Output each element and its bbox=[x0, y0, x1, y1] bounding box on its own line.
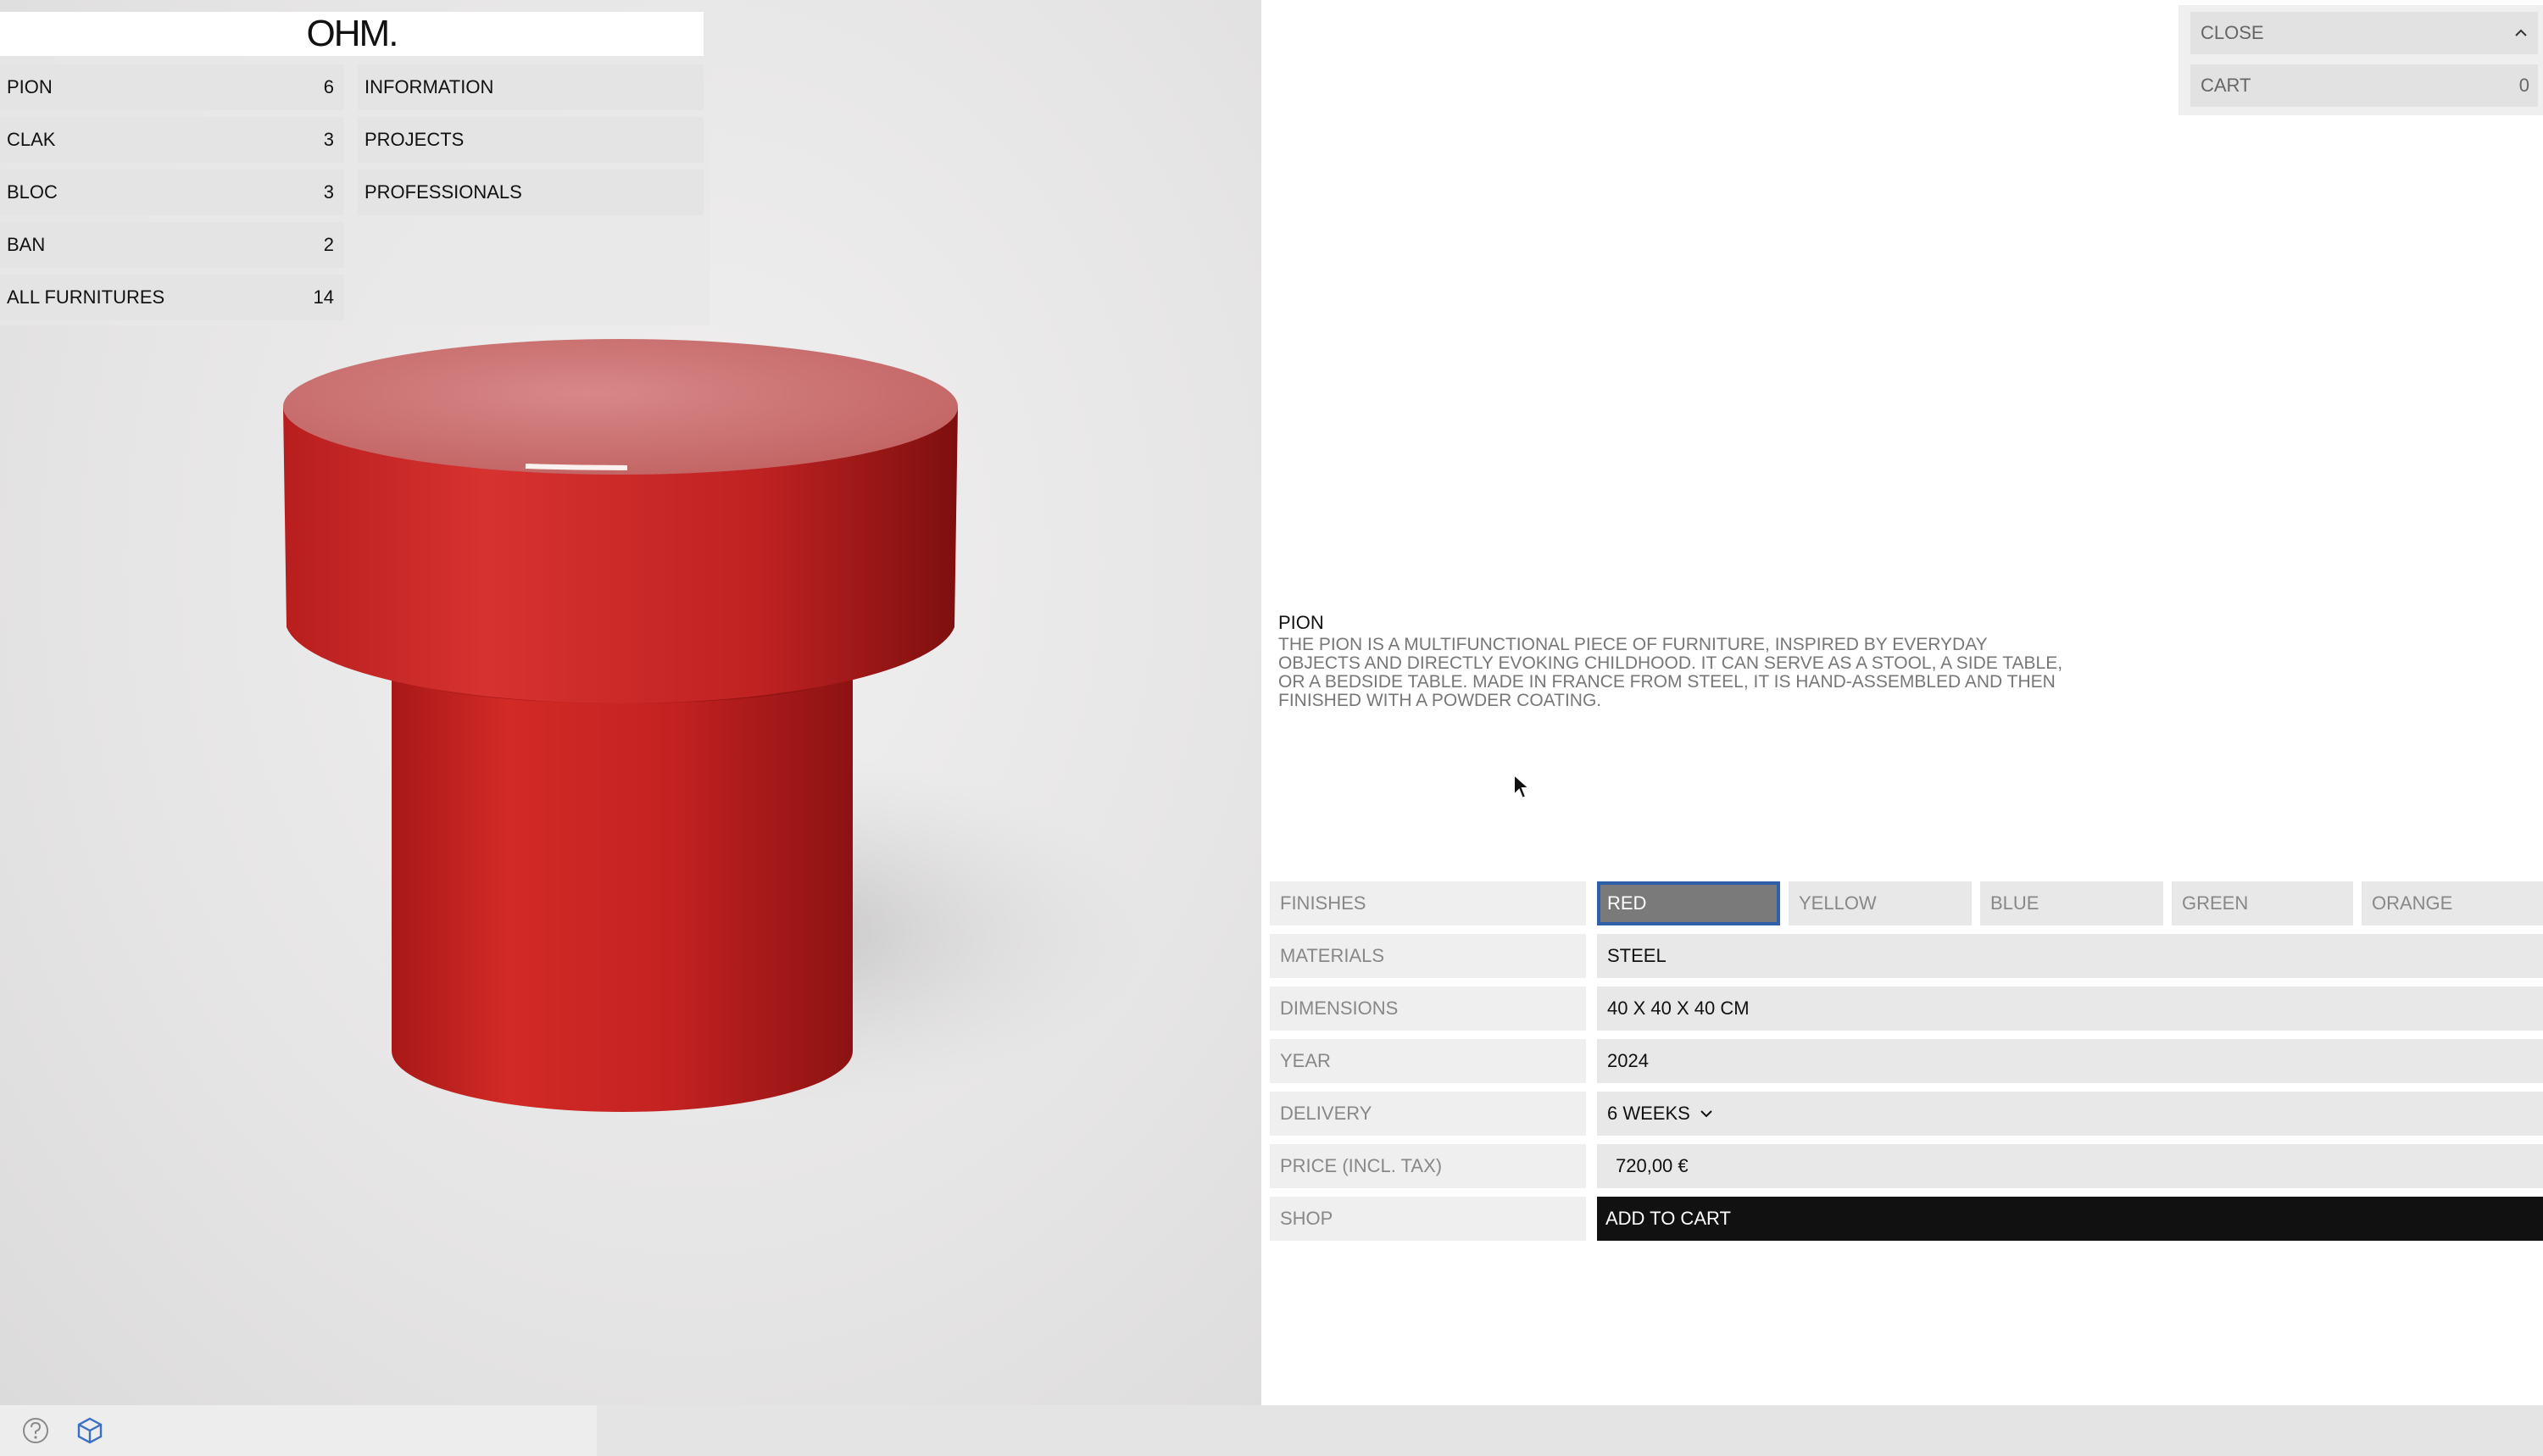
close-button[interactable]: CLOSE bbox=[2190, 12, 2538, 54]
finish-option-yellow[interactable]: YELLOW bbox=[1789, 881, 1972, 925]
nav-item-label: BAN bbox=[7, 234, 46, 255]
nav-item-information[interactable]: INFORMATION bbox=[358, 64, 704, 110]
nav-item-label: ALL FURNITURES bbox=[7, 286, 165, 308]
nav-item-count: 2 bbox=[323, 234, 334, 255]
nav-item-label: BLOC bbox=[7, 181, 58, 203]
delivery-value: 6 WEEKS bbox=[1607, 1103, 1690, 1124]
shop-label: SHOP bbox=[1270, 1197, 1586, 1241]
cart-panel: CLOSE CART 0 bbox=[2179, 5, 2543, 115]
bottom-toolbar-left bbox=[0, 1405, 597, 1456]
chevron-down-icon bbox=[1700, 1110, 1712, 1118]
nav-item-count: 14 bbox=[313, 286, 334, 308]
delivery-select[interactable]: 6 WEEKS bbox=[1597, 1092, 2543, 1136]
nav-item-bloc[interactable]: BLOC 3 bbox=[0, 169, 344, 215]
dimensions-value: 40 X 40 X 40 CM bbox=[1597, 986, 2543, 1031]
nav-item-count: 3 bbox=[323, 129, 334, 150]
finish-option-red[interactable]: RED bbox=[1597, 881, 1780, 925]
close-label: CLOSE bbox=[2201, 22, 2264, 43]
nav-item-ban[interactable]: BAN 2 bbox=[0, 222, 344, 268]
nav-item-pion[interactable]: PION 6 bbox=[0, 64, 344, 110]
help-icon[interactable] bbox=[20, 1415, 51, 1446]
main-nav: PION 6 CLAK 3 BLOC 3 BAN 2 ALL FURNITURE… bbox=[0, 56, 710, 325]
dimensions-label: DIMENSIONS bbox=[1270, 986, 1586, 1031]
nav-item-clak[interactable]: CLAK 3 bbox=[0, 117, 344, 163]
nav-item-label: INFORMATION bbox=[364, 76, 494, 97]
finishes-label: FINISHES bbox=[1270, 881, 1586, 925]
materials-label: MATERIALS bbox=[1270, 934, 1586, 978]
product-description: THE PION IS A MULTIFUNCTIONAL PIECE OF F… bbox=[1278, 635, 2063, 710]
year-label: YEAR bbox=[1270, 1039, 1586, 1083]
nav-item-count: 6 bbox=[323, 76, 334, 97]
nav-item-projects[interactable]: PROJECTS bbox=[358, 117, 704, 163]
materials-value: STEEL bbox=[1597, 934, 2543, 978]
finish-option-blue[interactable]: BLUE bbox=[1980, 881, 2163, 925]
cart-count: 0 bbox=[2518, 75, 2529, 96]
chevron-up-icon bbox=[2515, 29, 2527, 36]
product-page: OHM. PION 6 CLAK 3 BLOC 3 BAN 2 ALL FURN… bbox=[0, 0, 2543, 1456]
finish-option-orange[interactable]: ORANGE bbox=[2362, 881, 2543, 925]
product-title: PION bbox=[1278, 612, 1324, 633]
logo-bar: OHM. bbox=[0, 12, 704, 56]
brand-logo[interactable]: OHM. bbox=[307, 13, 399, 55]
delivery-label: DELIVERY bbox=[1270, 1092, 1586, 1136]
nav-item-label: PROFESSIONALS bbox=[364, 181, 522, 203]
nav-item-count: 3 bbox=[323, 181, 334, 203]
cart-button[interactable]: CART 0 bbox=[2190, 64, 2538, 107]
nav-item-all-furnitures[interactable]: ALL FURNITURES 14 bbox=[0, 275, 344, 320]
nav-item-label: PION bbox=[7, 76, 53, 97]
finish-option-green[interactable]: GREEN bbox=[2172, 881, 2353, 925]
price-value: 720,00 € bbox=[1597, 1144, 2543, 1188]
nav-item-label: CLAK bbox=[7, 129, 56, 150]
price-label: PRICE (INCL. TAX) bbox=[1270, 1144, 1586, 1188]
box-icon[interactable] bbox=[75, 1415, 105, 1446]
nav-item-label: PROJECTS bbox=[364, 129, 465, 150]
cart-label: CART bbox=[2201, 75, 2251, 96]
add-to-cart-button[interactable]: ADD TO CART bbox=[1597, 1197, 2543, 1241]
year-value: 2024 bbox=[1597, 1039, 2543, 1083]
bottom-toolbar bbox=[0, 1405, 2543, 1456]
nav-item-professionals[interactable]: PROFESSIONALS bbox=[358, 169, 704, 215]
mouse-cursor-icon bbox=[1513, 773, 1531, 800]
